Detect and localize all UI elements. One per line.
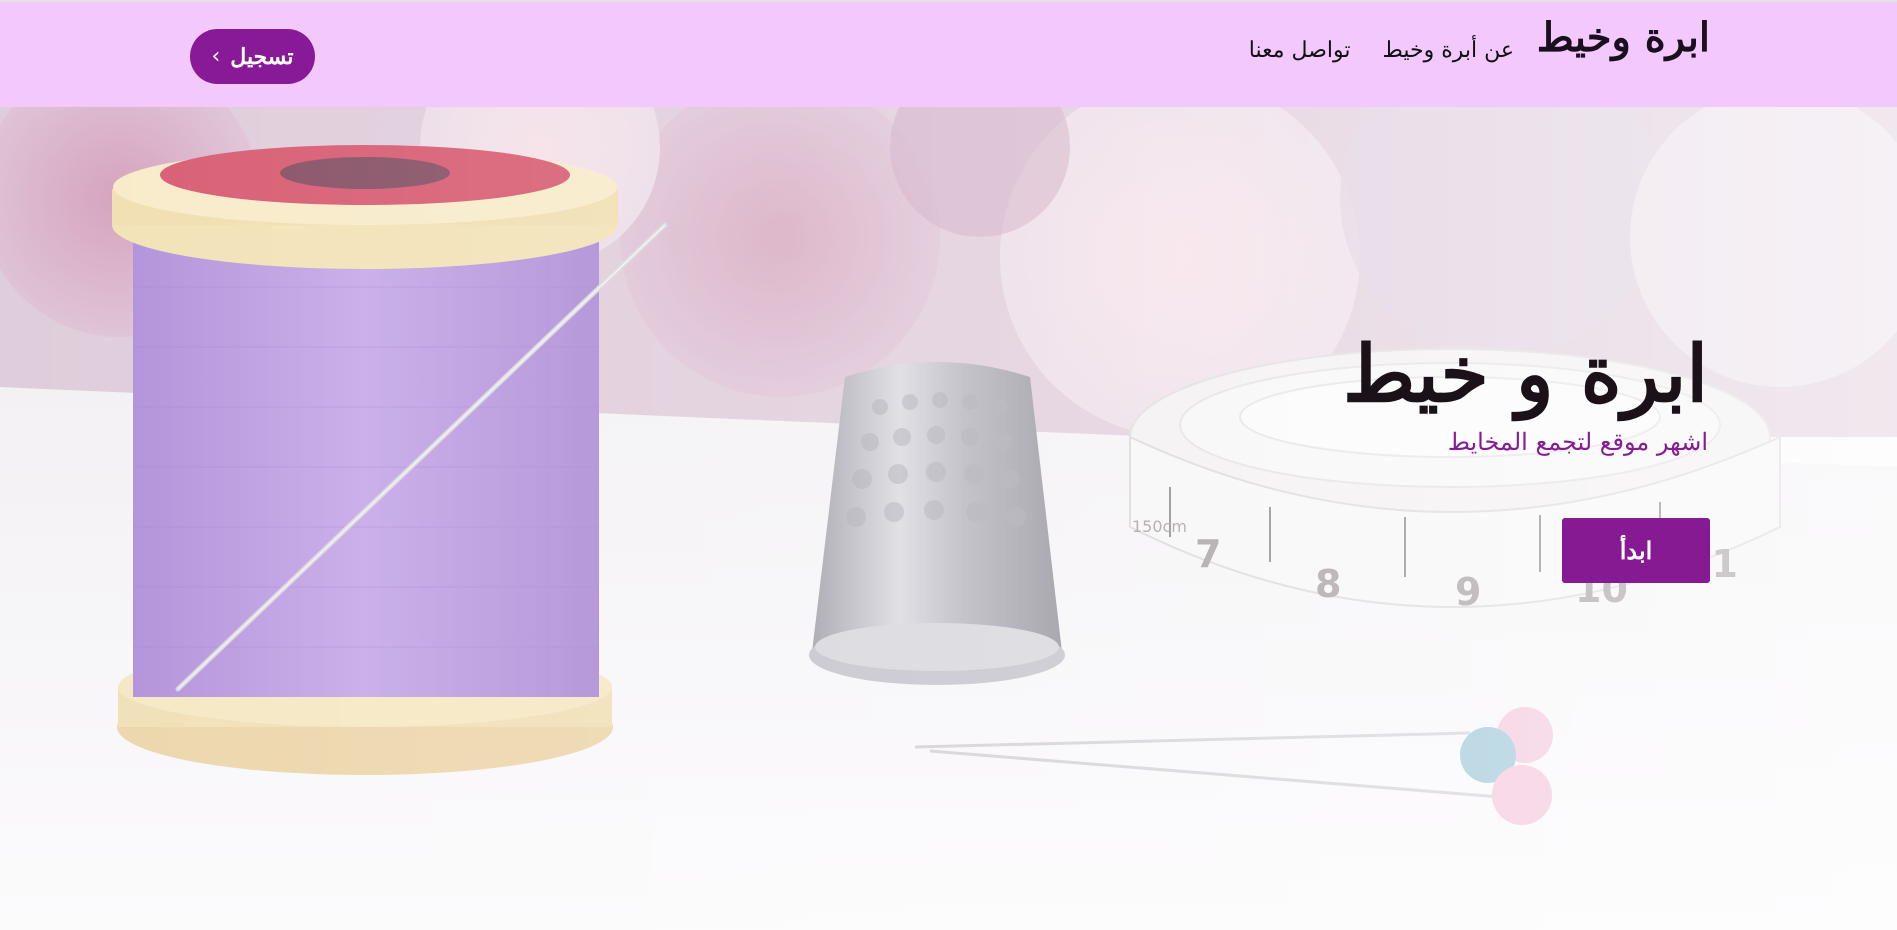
signup-button-label: تسجيل: [230, 43, 294, 70]
nav-link-about[interactable]: عن أبرة وخيط: [1382, 38, 1514, 63]
nav-links: عن أبرة وخيط تواصل معنا: [1249, 38, 1514, 63]
start-button[interactable]: ابدأ: [1562, 518, 1710, 583]
chevron-right-icon: ›: [211, 44, 221, 69]
top-navbar: ابرة وخيط عن أبرة وخيط تواصل معنا تسجيل …: [0, 0, 1897, 107]
brand-logo[interactable]: ابرة وخيط: [1537, 14, 1711, 61]
nav-link-contact[interactable]: تواصل معنا: [1249, 38, 1351, 63]
hero-section: 7 8 9 10 11 150cm ابرة و خيط اشهر موقع ل…: [0, 107, 1897, 930]
signup-button[interactable]: تسجيل ›: [190, 29, 315, 84]
hero-text: ابرة و خيط اشهر موقع لتجمع المخايط: [1342, 329, 1710, 456]
hero-subtitle: اشهر موقع لتجمع المخايط: [1447, 427, 1708, 456]
hero-title: ابرة و خيط: [1342, 329, 1710, 420]
